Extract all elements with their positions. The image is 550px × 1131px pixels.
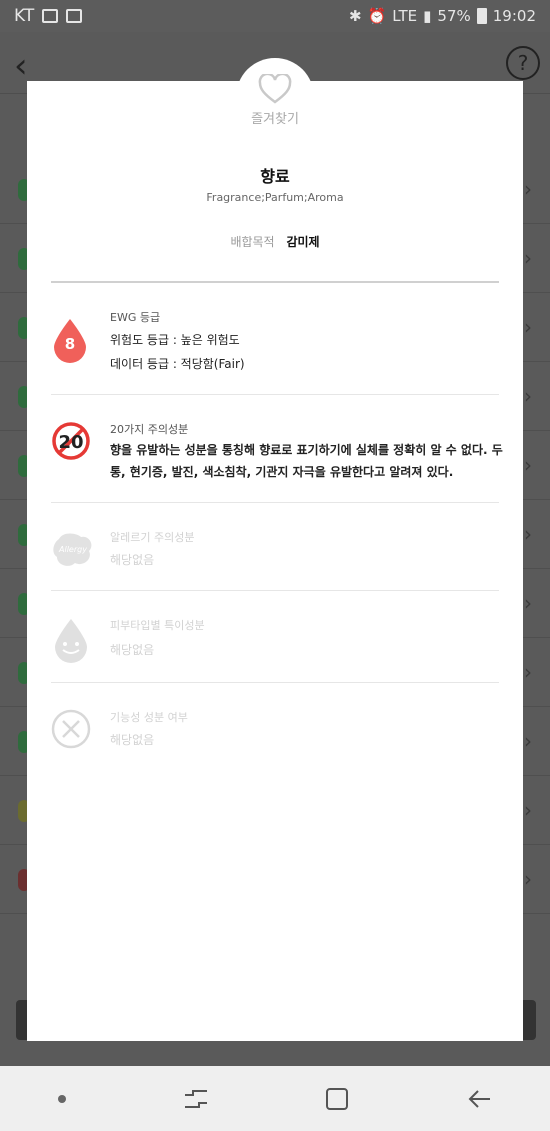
section-divider bbox=[51, 394, 499, 395]
section-divider bbox=[51, 590, 499, 591]
section-divider bbox=[51, 502, 499, 503]
skin-type-drop-icon bbox=[51, 617, 93, 663]
system-nav-bar bbox=[0, 1066, 550, 1131]
skin-type-value: 해당없음 bbox=[110, 643, 155, 657]
ewg-risk-line: 위험도 등급 : 높은 위험도 bbox=[110, 333, 240, 347]
ewg-grade-number: 8 bbox=[64, 335, 76, 353]
functional-title: 기능성 성분 여부 bbox=[110, 711, 188, 724]
skin-type-title: 피부타입별 특이성분 bbox=[110, 619, 205, 632]
section-divider bbox=[51, 682, 499, 683]
battery-icon bbox=[476, 8, 487, 24]
alarm-icon: ⏰ bbox=[367, 7, 387, 25]
caution-20-description: 향을 유발하는 성분을 통칭해 향료로 표기하기에 실체를 정확히 알 수 없다… bbox=[110, 443, 503, 479]
ingredient-detail-modal: 향료 Fragrance;Parfum;Aroma 배합목적 감미제 8 EWG… bbox=[27, 81, 523, 1041]
allergy-section: Allergy 알레르기 주의성분 해당없음 bbox=[51, 529, 499, 589]
signal-icon: ▮ bbox=[423, 7, 432, 25]
allergy-title: 알레르기 주의성분 bbox=[110, 531, 195, 544]
caution-20-title: 20가지 주의성분 bbox=[110, 423, 189, 436]
ewg-grade-icon: 8 bbox=[51, 317, 93, 363]
carrier-name: KT bbox=[14, 6, 35, 26]
skin-type-section: 피부타입별 특이성분 해당없음 bbox=[51, 617, 499, 687]
ewg-title: EWG 등급 bbox=[110, 311, 161, 324]
clock: 19:02 bbox=[492, 7, 536, 25]
allergy-value: 해당없음 bbox=[110, 553, 155, 567]
caution-20-icon: 20 bbox=[51, 421, 93, 463]
message-icon bbox=[42, 9, 59, 23]
formulation-purpose: 배합목적 감미제 bbox=[27, 233, 523, 250]
functional-section: 기능성 성분 여부 해당없음 bbox=[51, 709, 499, 769]
header-divider bbox=[51, 281, 499, 283]
ingredient-aliases: Fragrance;Parfum;Aroma bbox=[206, 191, 344, 204]
purpose-label: 배합목적 bbox=[230, 235, 275, 249]
ewg-data-line: 데이터 등급 : 적당함(Fair) bbox=[110, 357, 245, 371]
status-bar: KT ✱ ⏰ LTE ▮ 57% 19:02 bbox=[0, 0, 550, 32]
bluetooth-icon: ✱ bbox=[348, 7, 362, 25]
ingredient-name: 향료 bbox=[260, 167, 290, 186]
recent-apps-icon[interactable] bbox=[183, 1087, 209, 1111]
functional-value: 해당없음 bbox=[110, 733, 155, 747]
allergy-badge-text: Allergy bbox=[58, 545, 87, 554]
back-arrow-icon[interactable]: ‹ bbox=[14, 46, 28, 86]
home-icon[interactable] bbox=[325, 1087, 349, 1111]
not-applicable-x-icon bbox=[51, 709, 93, 751]
caution-20-section: 20 20가지 주의성분 향을 유발하는 성분을 통칭해 향료로 표기하기에 실… bbox=[51, 421, 503, 501]
favorite-label[interactable]: 즐겨찾기 bbox=[0, 108, 550, 127]
help-icon[interactable]: ? bbox=[506, 46, 540, 80]
allergy-icon: Allergy bbox=[51, 529, 93, 571]
purpose-value: 감미제 bbox=[286, 235, 320, 249]
caution-20-badge-text: 20 bbox=[58, 432, 83, 453]
network-type: LTE bbox=[392, 7, 418, 25]
checkbox-notification-icon bbox=[66, 9, 83, 23]
ewg-section: 8 EWG 등급 위험도 등급 : 높은 위험도 데이터 등급 : 적당함(Fa… bbox=[51, 309, 499, 389]
battery-percent: 57% bbox=[437, 7, 471, 25]
nav-dot-icon bbox=[58, 1094, 67, 1103]
back-icon[interactable] bbox=[466, 1087, 492, 1111]
heart-icon bbox=[258, 74, 292, 104]
